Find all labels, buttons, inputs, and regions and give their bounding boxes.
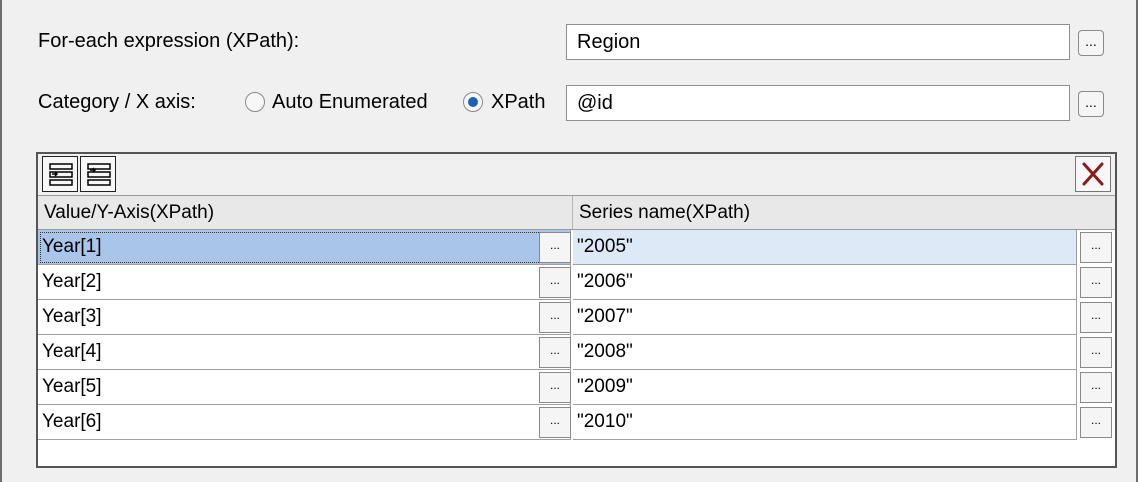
table-row[interactable]: Year[1] ... "2005" ... [38, 230, 1115, 265]
value-cell[interactable]: Year[1] [38, 230, 571, 265]
grid-toolbar [38, 154, 1115, 196]
grid-rows: Year[1] ... "2005" ... Year[2] ... "2006… [38, 230, 1115, 440]
value-cell[interactable]: Year[3] [38, 300, 571, 335]
series-cell[interactable]: "2009" [573, 370, 1077, 405]
grid-header: Value/Y-Axis(XPath) Series name(XPath) [38, 196, 1115, 230]
series-cell[interactable]: "2008" [573, 335, 1077, 370]
foreach-browse-button[interactable]: ... [1078, 30, 1104, 56]
series-cell[interactable]: "2005" [573, 230, 1077, 265]
value-browse-button[interactable]: ... [539, 372, 571, 403]
value-browse-button[interactable]: ... [539, 302, 571, 333]
category-label: Category / X axis: [38, 91, 196, 113]
table-row[interactable]: Year[6] ... "2010" ... [38, 405, 1115, 440]
series-cell[interactable]: "2010" [573, 405, 1077, 440]
column-header-value[interactable]: Value/Y-Axis(XPath) [38, 196, 573, 229]
series-browse-button[interactable]: ... [1080, 407, 1112, 438]
append-row-icon[interactable] [80, 156, 116, 192]
auto-enumerated-radio[interactable] [245, 92, 265, 112]
xpath-radio[interactable] [463, 92, 483, 112]
table-row[interactable]: Year[5] ... "2009" ... [38, 370, 1115, 405]
series-cell[interactable]: "2007" [573, 300, 1077, 335]
series-browse-button[interactable]: ... [1080, 232, 1112, 263]
delete-x-icon[interactable] [1075, 156, 1111, 192]
series-browse-button[interactable]: ... [1080, 337, 1112, 368]
table-row[interactable]: Year[4] ... "2008" ... [38, 335, 1115, 370]
series-browse-button[interactable]: ... [1080, 267, 1112, 298]
series-browse-button[interactable]: ... [1080, 372, 1112, 403]
xpath-radio-label[interactable]: XPath [491, 91, 545, 114]
value-cell[interactable]: Year[5] [38, 370, 571, 405]
foreach-input[interactable]: Region [566, 24, 1070, 60]
series-grid: Value/Y-Axis(XPath) Series name(XPath) Y… [36, 152, 1117, 468]
value-browse-button[interactable]: ... [539, 267, 571, 298]
category-xpath-input[interactable]: @id [566, 85, 1070, 121]
column-header-series[interactable]: Series name(XPath) [573, 196, 1113, 229]
value-cell[interactable]: Year[2] [38, 265, 571, 300]
value-browse-button[interactable]: ... [539, 407, 571, 438]
value-cell[interactable]: Year[4] [38, 335, 571, 370]
series-cell[interactable]: "2006" [573, 265, 1077, 300]
value-browse-button[interactable]: ... [539, 232, 571, 263]
category-browse-button[interactable]: ... [1078, 91, 1104, 117]
auto-enumerated-label[interactable]: Auto Enumerated [272, 91, 428, 114]
table-row[interactable]: Year[3] ... "2007" ... [38, 300, 1115, 335]
value-browse-button[interactable]: ... [539, 337, 571, 368]
chart-data-panel: For-each expression (XPath): Region ... … [0, 0, 1138, 482]
series-browse-button[interactable]: ... [1080, 302, 1112, 333]
insert-row-icon[interactable] [42, 156, 78, 192]
value-cell[interactable]: Year[6] [38, 405, 571, 440]
foreach-label: For-each expression (XPath): [38, 30, 300, 52]
table-row[interactable]: Year[2] ... "2006" ... [38, 265, 1115, 300]
